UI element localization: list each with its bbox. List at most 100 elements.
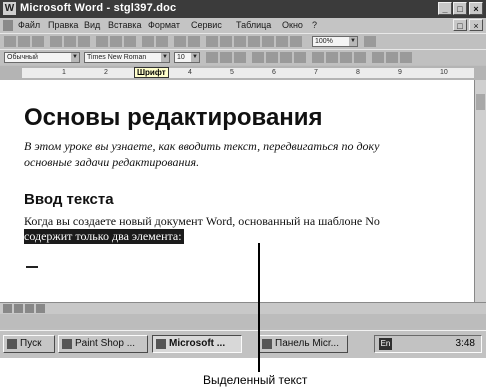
- horizontal-scrollbar[interactable]: [0, 302, 486, 314]
- web-toolbar-icon[interactable]: [188, 36, 200, 47]
- ruler-tick: 9: [398, 69, 402, 76]
- annotation-label: Выделенный текст: [203, 373, 308, 387]
- section-heading: Ввод текста: [24, 191, 114, 208]
- cut-icon[interactable]: [96, 36, 108, 47]
- increase-indent-icon[interactable]: [354, 52, 366, 63]
- taskbar-item-paintshop[interactable]: Paint Shop ...: [58, 335, 148, 353]
- selected-text[interactable]: содержит только два элемента:: [24, 229, 184, 244]
- font-select[interactable]: Times New Roman ▼: [84, 52, 170, 63]
- ruler-tick: 7: [314, 69, 318, 76]
- document-icon[interactable]: [3, 20, 13, 31]
- ruler-tick: 10: [440, 69, 448, 76]
- show-hide-icon[interactable]: [290, 36, 302, 47]
- document-area[interactable]: Основы редактирования В этом уроке вы уз…: [0, 80, 474, 302]
- hyperlink-icon[interactable]: [174, 36, 186, 47]
- clock[interactable]: 3:48: [456, 338, 475, 349]
- bullets-icon[interactable]: [326, 52, 338, 63]
- outline-view-icon[interactable]: [36, 304, 45, 313]
- drawing-icon[interactable]: [262, 36, 274, 47]
- doc-close-button[interactable]: ×: [469, 19, 483, 31]
- zoom-select[interactable]: 100% ▼: [312, 36, 358, 47]
- chevron-down-icon[interactable]: ▼: [349, 37, 357, 46]
- decrease-indent-icon[interactable]: [340, 52, 352, 63]
- word-app-icon[interactable]: W: [3, 2, 16, 15]
- maximize-button[interactable]: □: [453, 2, 467, 15]
- menu-window[interactable]: Окно: [282, 20, 303, 30]
- save-icon[interactable]: [32, 36, 44, 47]
- ruler-tick: 6: [272, 69, 276, 76]
- vertical-scrollbar[interactable]: [474, 80, 486, 302]
- web-view-icon[interactable]: [14, 304, 23, 313]
- copy-icon[interactable]: [110, 36, 122, 47]
- scroll-thumb[interactable]: [476, 94, 485, 110]
- taskbar-item-panel[interactable]: Панель Micr...: [258, 335, 348, 353]
- lead-line-2: основные задачи редактирования.: [24, 155, 200, 169]
- taskbar-item-label: Панель Micr...: [275, 338, 339, 349]
- insert-table-icon[interactable]: [220, 36, 232, 47]
- redo-icon[interactable]: [156, 36, 168, 47]
- italic-icon[interactable]: [220, 52, 232, 63]
- document-map-icon[interactable]: [276, 36, 288, 47]
- start-label: Пуск: [20, 338, 42, 349]
- close-button[interactable]: ×: [469, 2, 483, 15]
- menu-table[interactable]: Таблица: [236, 20, 271, 30]
- menu-edit[interactable]: Правка: [48, 20, 78, 30]
- office-assistant-icon[interactable]: [364, 36, 376, 47]
- ruler: 1 2 3 4 5 6 7 8 9 10 Шрифт: [0, 66, 486, 80]
- borders-icon[interactable]: [372, 52, 384, 63]
- start-button[interactable]: Пуск: [3, 335, 55, 353]
- print-icon[interactable]: [50, 36, 62, 47]
- menu-format[interactable]: Формат: [148, 20, 180, 30]
- align-left-icon[interactable]: [252, 52, 264, 63]
- language-indicator[interactable]: En: [379, 338, 392, 350]
- numbering-icon[interactable]: [312, 52, 324, 63]
- chevron-down-icon[interactable]: ▼: [71, 53, 79, 62]
- menu-insert[interactable]: Вставка: [108, 20, 141, 30]
- align-right-icon[interactable]: [280, 52, 292, 63]
- spelling-icon[interactable]: [78, 36, 90, 47]
- undo-icon[interactable]: [142, 36, 154, 47]
- insert-excel-icon[interactable]: [234, 36, 246, 47]
- preview-icon[interactable]: [64, 36, 76, 47]
- doc-restore-button[interactable]: □: [453, 19, 467, 31]
- justify-icon[interactable]: [294, 52, 306, 63]
- text-cursor: [26, 266, 38, 268]
- lead-paragraph: В этом уроке вы узнаете, как вводить тек…: [24, 138, 474, 170]
- menu-help[interactable]: ?: [312, 20, 317, 30]
- minimize-button[interactable]: _: [438, 2, 452, 15]
- body-line-1: Когда вы создаете новый документ Word, о…: [24, 214, 380, 228]
- ruler-scale[interactable]: 1 2 3 4 5 6 7 8 9 10 Шрифт: [22, 67, 474, 78]
- menu-tools[interactable]: Сервис: [191, 20, 222, 30]
- new-icon[interactable]: [4, 36, 16, 47]
- chevron-down-icon[interactable]: ▼: [161, 53, 169, 62]
- menu-file[interactable]: Файл: [18, 20, 40, 30]
- tables-borders-icon[interactable]: [206, 36, 218, 47]
- page-view-icon[interactable]: [25, 304, 34, 313]
- ruler-tick: 8: [356, 69, 360, 76]
- chevron-down-icon[interactable]: ▼: [191, 53, 199, 62]
- ruler-tick: 2: [104, 69, 108, 76]
- font-value: Times New Roman: [87, 54, 147, 61]
- highlight-icon[interactable]: [386, 52, 398, 63]
- paintshop-icon: [62, 339, 72, 349]
- bold-icon[interactable]: [206, 52, 218, 63]
- normal-view-icon[interactable]: [3, 304, 12, 313]
- open-icon[interactable]: [18, 36, 30, 47]
- columns-icon[interactable]: [248, 36, 260, 47]
- font-color-icon[interactable]: [400, 52, 412, 63]
- style-select[interactable]: Обычный ▼: [4, 52, 80, 63]
- underline-icon[interactable]: [234, 52, 246, 63]
- panel-icon: [262, 339, 272, 349]
- taskbar-item-label: Paint Shop ...: [75, 338, 136, 349]
- align-center-icon[interactable]: [266, 52, 278, 63]
- font-size-select[interactable]: 10 ▼: [174, 52, 200, 63]
- lead-line-1: В этом уроке вы узнаете, как вводить тек…: [24, 139, 380, 153]
- zoom-value: 100%: [315, 38, 333, 45]
- menu-view[interactable]: Вид: [84, 20, 100, 30]
- taskbar: Пуск Paint Shop ... Microsoft ... Панель…: [0, 330, 486, 358]
- taskbar-item-word[interactable]: Microsoft ...: [152, 335, 242, 353]
- paste-icon[interactable]: [124, 36, 136, 47]
- font-size-value: 10: [177, 54, 185, 61]
- status-bar: [0, 314, 486, 328]
- font-tooltip: Шрифт: [134, 67, 169, 78]
